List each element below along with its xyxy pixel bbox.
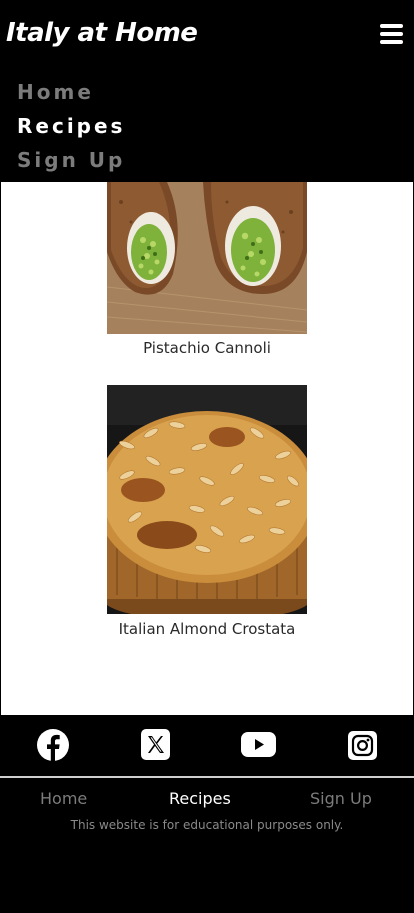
nav-link-recipes[interactable]: Recipes [17, 114, 125, 138]
x-icon[interactable] [141, 729, 170, 760]
nav-link-home[interactable]: Home [17, 80, 94, 104]
menu-bar [380, 32, 403, 36]
page: Italy at Home Home Recipes Sign Up Pista… [0, 0, 414, 913]
site-header: Italy at Home Home Recipes Sign Up [0, 0, 414, 182]
recipe-caption[interactable]: Pistachio Cannoli [1, 339, 413, 357]
instagram-icon[interactable] [348, 731, 377, 760]
pistachio-cannoli-photo[interactable] [107, 182, 307, 334]
recipe-card-cannoli[interactable]: Pistachio Cannoli [1, 182, 413, 362]
footer-divider [0, 776, 414, 778]
nav-link-sign-up[interactable]: Sign Up [17, 148, 125, 172]
youtube-icon[interactable] [241, 732, 276, 757]
menu-bar [380, 24, 403, 28]
footer-link-recipes[interactable]: Recipes [169, 789, 231, 808]
footer-link-home[interactable]: Home [40, 789, 87, 808]
site-footer: Home Recipes Sign Up This website is for… [0, 715, 414, 913]
recipes-list: Pistachio Cannoli Italian Almond Crostat… [1, 182, 413, 715]
social-links [0, 715, 414, 777]
recipe-caption[interactable]: Italian Almond Crostata [1, 620, 413, 638]
recipe-card-crostata[interactable]: Italian Almond Crostata [1, 385, 413, 645]
menu-bar [380, 40, 403, 44]
almond-crostata-photo[interactable] [107, 385, 307, 614]
site-title[interactable]: Italy at Home [6, 18, 198, 48]
hamburger-menu-icon[interactable] [380, 24, 403, 45]
facebook-icon[interactable] [37, 729, 69, 761]
footer-link-sign-up[interactable]: Sign Up [310, 789, 372, 808]
footer-disclaimer: This website is for educational purposes… [70, 818, 344, 832]
